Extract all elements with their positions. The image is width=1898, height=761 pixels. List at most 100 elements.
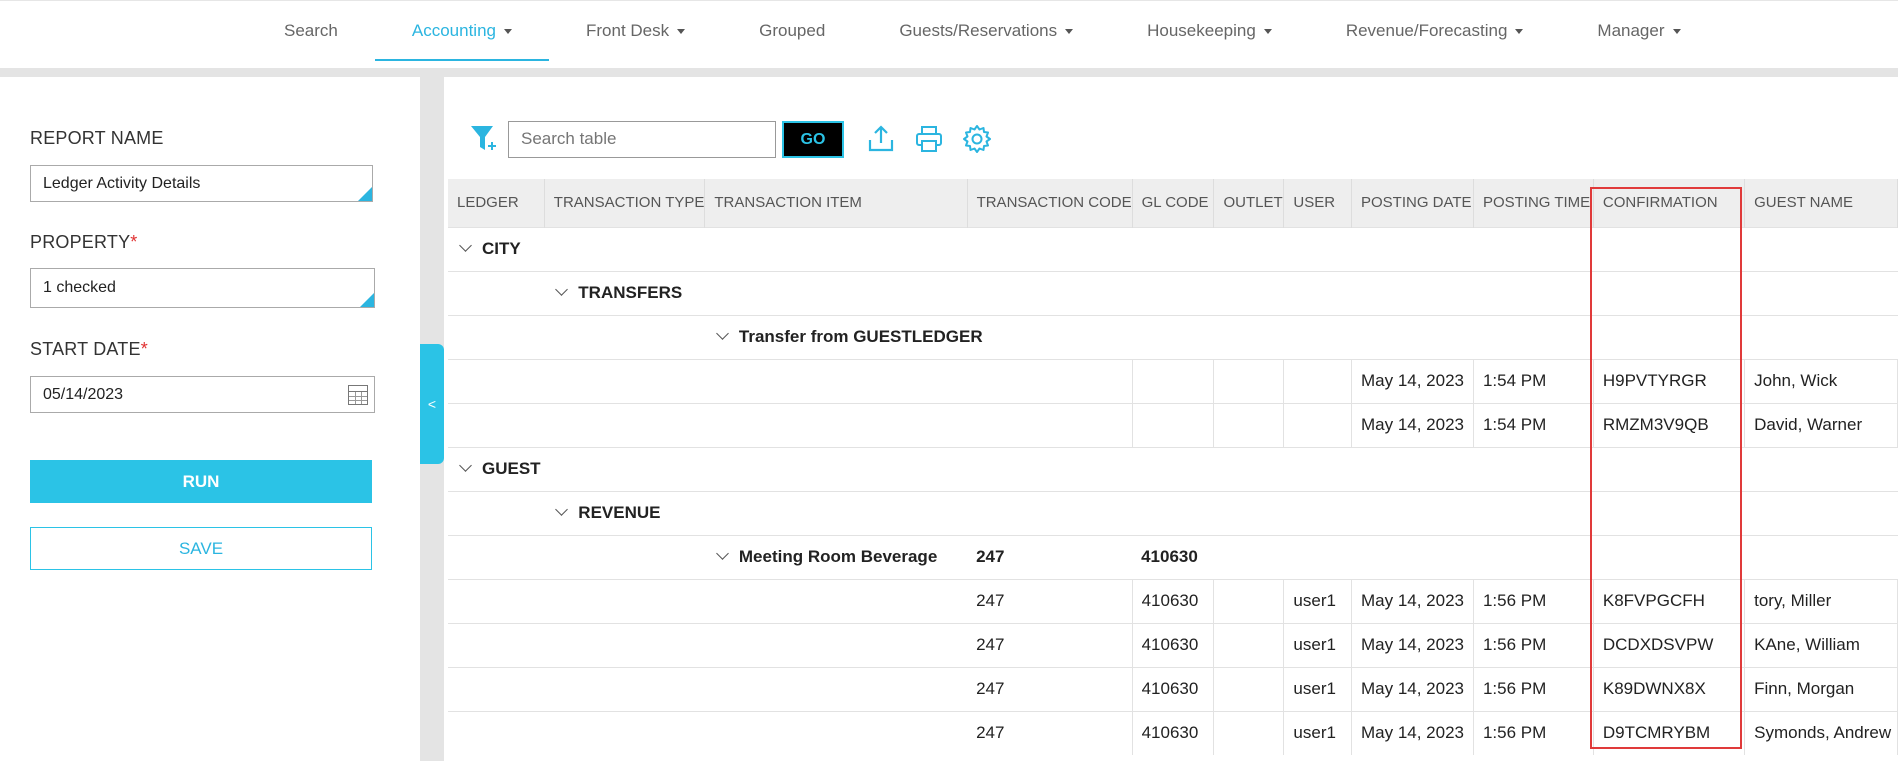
group-row[interactable]: REVENUE <box>448 490 1898 535</box>
cell-transaction-item <box>704 666 968 711</box>
column-header-guest-name[interactable]: GUEST NAME <box>1744 179 1898 227</box>
cell-posting-date: May 14, 2023 <box>1351 622 1474 667</box>
table-row[interactable]: 247 410630 user1 May 14, 2023 1:56 PM K8FVPGC… <box>448 578 1898 623</box>
property-label-text: PROPERTY <box>30 232 131 252</box>
report-name-value: Ledger Activity Details <box>43 175 201 192</box>
table-row[interactable]: 247 410630 user1 May 14, 2023 1:56 PM D9TCMRY… <box>448 710 1898 755</box>
nav-item-guests-reservations[interactable]: Guests/Reservations <box>862 1 1110 61</box>
cell-transaction-code: 247 <box>967 666 1133 711</box>
cell-guest-name: Symonds, Andrew <box>1744 710 1898 755</box>
cell-outlet <box>1213 710 1285 755</box>
chevron-down-icon[interactable] <box>555 503 569 516</box>
cell-posting-date: May 14, 2023 <box>1351 358 1474 403</box>
table-cell <box>544 534 705 579</box>
property-label: PROPERTY* <box>30 232 138 253</box>
table-cell <box>544 314 705 359</box>
report-results: GO LEDGERTRANSACTION TYPETRANSACTION ITE… <box>444 77 1898 761</box>
cell-ledger <box>448 666 545 711</box>
caret-down-icon <box>1515 29 1524 34</box>
report-name-label: REPORT NAME <box>30 128 164 148</box>
group-row[interactable]: TRANSFERS <box>448 270 1898 315</box>
add-filter-icon[interactable] <box>468 122 498 156</box>
start-date-value: 05/14/2023 <box>43 386 124 403</box>
start-date-field[interactable]: 05/14/2023 <box>30 376 375 413</box>
table-row[interactable]: 247 410630 user1 May 14, 2023 1:56 PM DCDXDSV… <box>448 622 1898 667</box>
group-row[interactable]: GUEST <box>448 446 1898 491</box>
cell-user: user1 <box>1283 710 1352 755</box>
save-button[interactable]: SAVE <box>30 527 372 570</box>
table-row[interactable]: May 14, 2023 1:54 PM RMZM3V9QB David, Warne… <box>448 402 1898 447</box>
nav-item-housekeeping[interactable]: Housekeeping <box>1110 1 1309 61</box>
cell-ledger <box>448 622 545 667</box>
settings-gear-icon[interactable] <box>962 124 992 154</box>
export-icon[interactable] <box>866 124 896 154</box>
cell-posting-date: May 14, 2023 <box>1351 666 1474 711</box>
calendar-icon[interactable] <box>348 385 368 405</box>
group-label: TRANSFERS <box>578 283 683 302</box>
group-label-cell[interactable]: Transfer from GUESTLEDGER <box>704 314 1898 359</box>
chevron-down-icon[interactable] <box>555 283 569 296</box>
group-label-cell[interactable]: GUEST <box>448 446 1898 491</box>
group-label-cell[interactable]: CITY <box>448 226 1898 271</box>
chevron-down-icon[interactable] <box>716 327 729 340</box>
print-icon[interactable] <box>914 124 944 154</box>
column-header-confirmation[interactable]: CONFIRMATION <box>1593 179 1746 227</box>
group-label: CITY <box>482 239 521 258</box>
nav-item-manager[interactable]: Manager <box>1560 1 1717 61</box>
group-row[interactable]: CITY <box>448 226 1898 271</box>
caret-down-icon <box>677 29 686 34</box>
chevron-down-icon[interactable] <box>459 459 472 472</box>
column-header-posting-date[interactable]: POSTING DATE <box>1351 179 1474 227</box>
cell-transaction-type <box>544 710 705 755</box>
cell-transaction-item <box>704 578 968 623</box>
table-toolbar: GO <box>468 120 992 158</box>
caret-down-icon <box>1672 29 1681 34</box>
cell-transaction-code: 247 <box>967 622 1133 667</box>
group-label-cell[interactable]: Meeting Room Beverage <box>704 534 968 579</box>
nav-item-accounting[interactable]: Accounting <box>374 1 550 61</box>
nav-item-revenue-forecasting[interactable]: Revenue/Forecasting <box>1309 1 1561 61</box>
caret-down-icon <box>1263 29 1272 34</box>
chevron-down-icon[interactable] <box>716 547 729 560</box>
nav-item-front-desk[interactable]: Front Desk <box>549 1 722 61</box>
cell-user <box>1283 402 1352 447</box>
go-button[interactable]: GO <box>782 120 844 158</box>
column-header-user[interactable]: USER <box>1283 179 1352 227</box>
column-header-transaction-item[interactable]: TRANSACTION ITEM <box>704 179 968 227</box>
chevron-down-icon[interactable] <box>459 239 472 252</box>
column-header-posting-time[interactable]: POSTING TIME <box>1473 179 1594 227</box>
table-row[interactable]: 247 410630 user1 May 14, 2023 1:56 PM K89DWNX… <box>448 666 1898 711</box>
group-row[interactable]: Transfer from GUESTLEDGER <box>448 314 1898 359</box>
collapse-panel-button[interactable]: < <box>420 344 444 464</box>
ledger-table-container: LEDGER TRANSACTION TYPE TRANSACTION ITEM TR… <box>448 179 1898 761</box>
nav-item-label: Manager <box>1597 21 1665 40</box>
cell-posting-date: May 14, 2023 <box>1351 710 1474 755</box>
column-header-gl-code[interactable]: GL CODE <box>1132 179 1215 227</box>
nav-item-grouped[interactable]: Grouped <box>722 1 862 61</box>
cell-guest-name: tory, Miller <box>1744 578 1898 623</box>
cell-confirmation: RMZM3V9QB <box>1593 402 1746 447</box>
run-button[interactable]: RUN <box>30 460 372 503</box>
cell-guest-name: John, Wick <box>1744 358 1898 403</box>
group-label-cell[interactable]: REVENUE <box>544 490 1898 535</box>
table-cell <box>448 534 545 579</box>
search-table-input[interactable] <box>508 120 776 158</box>
group-label-cell[interactable]: TRANSFERS <box>544 270 1898 315</box>
table-row[interactable]: May 14, 2023 1:54 PM H9PVTYRGR John, Wick <box>448 358 1898 403</box>
cell-guest-name: Finn, Morgan <box>1744 666 1898 711</box>
column-header-transaction-type[interactable]: TRANSACTION TYPE <box>544 179 706 227</box>
table-header-row: LEDGER TRANSACTION TYPE TRANSACTION ITEM TR… <box>448 179 1898 227</box>
report-name-field[interactable]: Ledger Activity Details <box>30 165 373 202</box>
table-cell <box>448 490 545 535</box>
group-row[interactable]: Meeting Room Beverage 247 410630 <box>448 534 1898 579</box>
nav-divider <box>0 68 1898 77</box>
cell-posting-date: May 14, 2023 <box>1351 578 1474 623</box>
cell-transaction-code <box>967 358 1133 403</box>
group-label: Transfer from GUESTLEDGER <box>738 327 983 346</box>
cell-user: user1 <box>1283 578 1352 623</box>
column-header-outlet[interactable]: OUTLET <box>1213 179 1285 227</box>
nav-item-search[interactable]: Search <box>247 1 375 61</box>
property-select[interactable]: 1 checked <box>30 268 375 308</box>
column-header-ledger[interactable]: LEDGER <box>448 179 545 227</box>
column-header-transaction-code[interactable]: TRANSACTION CODE <box>967 179 1133 227</box>
